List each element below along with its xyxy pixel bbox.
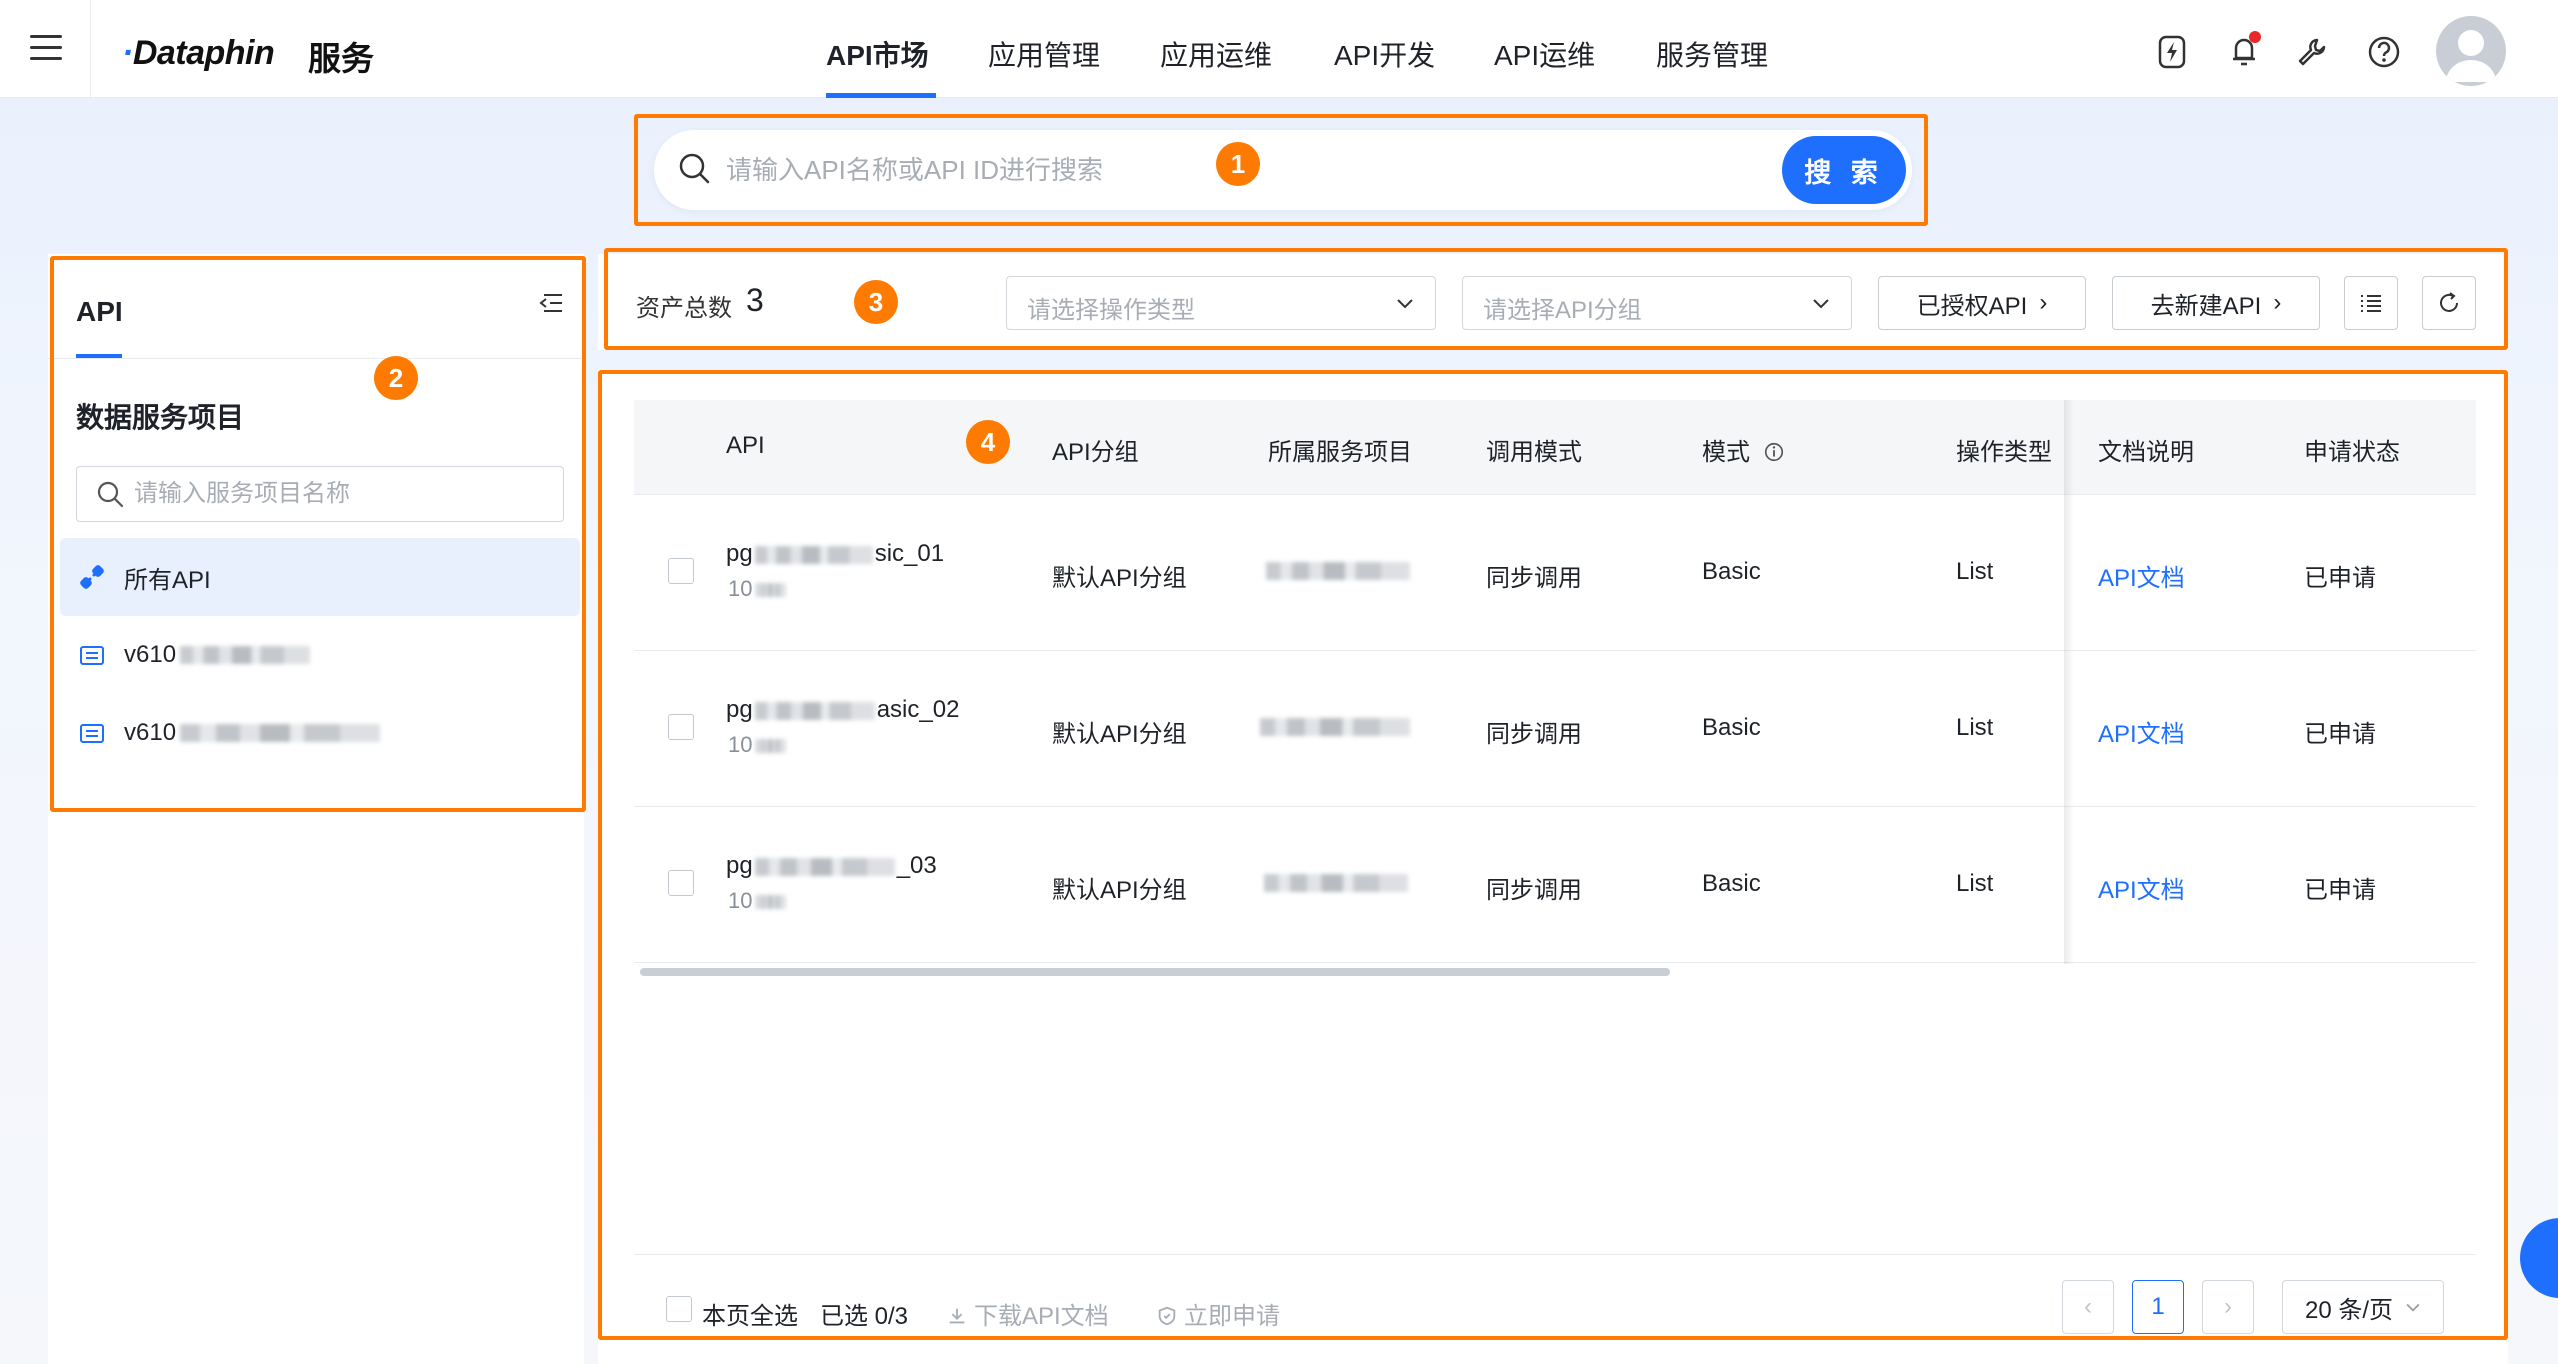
lightning-icon[interactable] <box>2152 32 2192 72</box>
annotation-box <box>598 370 2508 1340</box>
tab-api-operations[interactable]: API运维 <box>1494 34 1595 74</box>
tab-app-management[interactable]: 应用管理 <box>988 34 1100 74</box>
help-icon[interactable] <box>2364 32 2404 72</box>
annotation-box <box>50 256 586 812</box>
brand-logo[interactable]: ·Dataphin <box>122 34 275 73</box>
notification-bell-icon[interactable] <box>2224 30 2264 70</box>
tab-api-development[interactable]: API开发 <box>1334 34 1435 74</box>
tab-api-market[interactable]: API市场 <box>826 34 929 74</box>
tab-app-operations[interactable]: 应用运维 <box>1160 34 1272 74</box>
hamburger-menu-icon[interactable] <box>30 35 62 63</box>
wrench-icon[interactable] <box>2292 32 2332 72</box>
user-avatar[interactable] <box>2436 16 2506 86</box>
product-name: 服务 <box>308 40 374 77</box>
tab-service-management[interactable]: 服务管理 <box>1656 34 1768 74</box>
annotation-marker: 1 <box>1216 142 1260 186</box>
annotation-box <box>634 114 1928 226</box>
annotation-marker: 4 <box>966 420 1010 464</box>
divider <box>90 0 91 98</box>
annotation-marker: 3 <box>854 280 898 324</box>
annotation-marker: 2 <box>374 356 418 400</box>
